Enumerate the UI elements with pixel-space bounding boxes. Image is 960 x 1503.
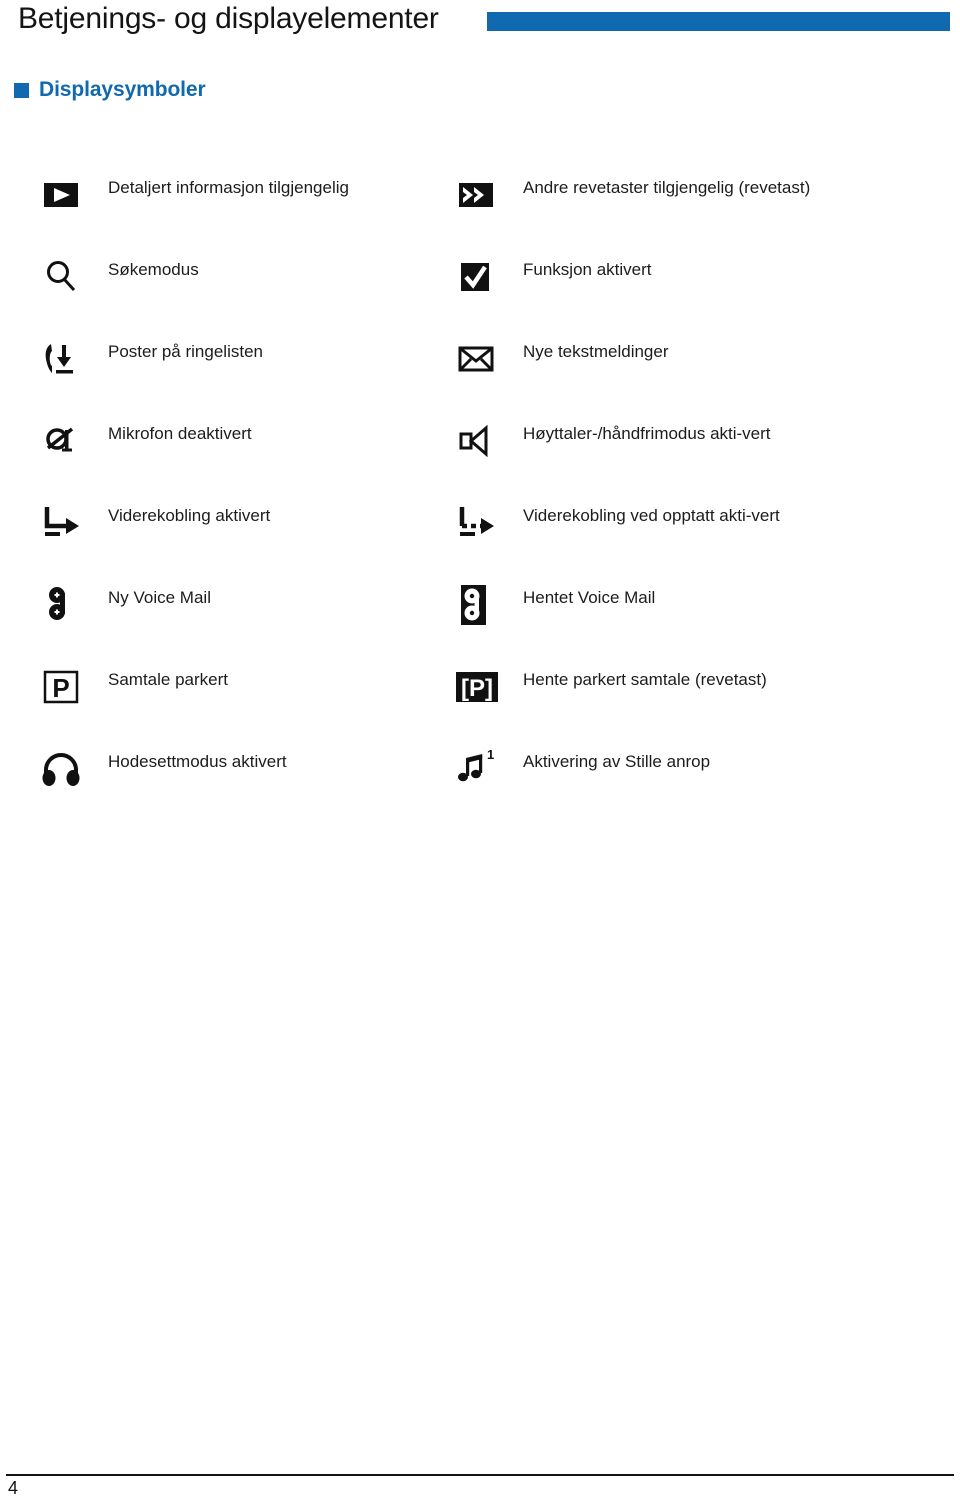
symbol-entry: [P] Hente parkert samtale (revetast) xyxy=(453,655,853,737)
symbol-label: Høyttaler-/håndfrimodus akti-vert xyxy=(523,424,771,443)
symbol-entry: P Samtale parkert xyxy=(38,655,428,737)
magnifier-search-icon xyxy=(38,253,86,301)
double-chevron-right-filled-icon xyxy=(453,171,501,219)
symbol-row: Detaljert informasjon tilgjengelig Andre… xyxy=(0,163,960,245)
parking-p-bracket-inverted-icon: [P] xyxy=(453,663,501,711)
symbol-entry: Funksjon aktivert xyxy=(453,245,853,327)
symbol-entry: Viderekobling ved opptatt akti-vert xyxy=(453,491,853,573)
symbol-label: Mikrofon deaktivert xyxy=(108,424,252,443)
symbol-label: Hente parkert samtale (revetast) xyxy=(523,670,767,689)
symbol-row: P Samtale parkert [P] Hente parkert samt… xyxy=(0,655,960,737)
voicemail-tape-icon xyxy=(38,581,86,629)
symbol-label: Ny Voice Mail xyxy=(108,588,211,607)
symbol-label: Funksjon aktivert xyxy=(523,260,652,279)
symbol-label: Nye tekstmeldinger xyxy=(523,342,669,361)
section-heading: Displaysymboler xyxy=(14,78,206,102)
symbol-entry: Ny Voice Mail xyxy=(38,573,428,655)
section-heading-label: Displaysymboler xyxy=(39,78,206,101)
symbol-label: Samtale parkert xyxy=(108,670,228,689)
symbol-label: Søkemodus xyxy=(108,260,199,279)
symbol-label: Aktivering av Stille anrop xyxy=(523,752,711,771)
symbol-label: Poster på ringelisten xyxy=(108,342,263,361)
symbol-entry: Mikrofon deaktivert xyxy=(38,409,428,491)
checkmark-filled-box-icon xyxy=(453,253,501,301)
footer-divider xyxy=(6,1474,954,1476)
svg-text:[P]: [P] xyxy=(461,675,493,702)
symbol-row: Ny Voice Mail Hentet Voice Mail xyxy=(0,573,960,655)
symbol-row: Viderekobling aktivert Viderekobling ved… xyxy=(0,491,960,573)
symbol-label: Detaljert informasjon tilgjengelig xyxy=(108,178,349,197)
symbol-row: Hodesettmodus aktivert 1 Aktivering av S… xyxy=(0,737,960,819)
page-header: Betjenings- og displayelementer xyxy=(0,0,960,56)
svg-text:1: 1 xyxy=(487,747,494,762)
symbol-entry: 1 Aktivering av Stille anrop xyxy=(453,737,853,819)
loudspeaker-icon xyxy=(453,417,501,465)
header-blue-rule xyxy=(487,12,950,31)
play-triangle-filled-icon xyxy=(38,171,86,219)
headset-icon xyxy=(38,745,86,793)
symbol-label: Viderekobling aktivert xyxy=(108,506,271,525)
symbol-entry: Detaljert informasjon tilgjengelig xyxy=(38,163,428,245)
page-number: 4 xyxy=(8,1478,19,1498)
microphone-muted-icon xyxy=(38,417,86,465)
symbol-entry: Nye tekstmeldinger xyxy=(453,327,853,409)
symbol-entry: Poster på ringelisten xyxy=(38,327,428,409)
symbol-row: Poster på ringelisten Nye tekstmeldinger xyxy=(0,327,960,409)
music-note-superscript-one-icon: 1 xyxy=(453,745,501,793)
symbol-label: Viderekobling ved opptatt akti-vert xyxy=(523,506,780,525)
svg-text:P: P xyxy=(52,673,69,703)
symbol-entry: Viderekobling aktivert xyxy=(38,491,428,573)
symbol-label: Andre revetaster tilgjengelig (revetast) xyxy=(523,178,811,197)
voicemail-tape-inverted-icon xyxy=(453,581,501,629)
symbol-row: Mikrofon deaktivert Høyttaler-/håndfrimo… xyxy=(0,409,960,491)
page-title: Betjenings- og displayelementer xyxy=(18,2,439,35)
call-forward-arrow-icon xyxy=(38,499,86,547)
call-forward-busy-arrow-icon xyxy=(453,499,501,547)
display-symbols-list: Detaljert informasjon tilgjengelig Andre… xyxy=(0,163,960,819)
handset-download-icon xyxy=(38,335,86,383)
symbol-entry: Søkemodus xyxy=(38,245,428,327)
envelope-icon xyxy=(453,335,501,383)
symbol-entry: Hodesettmodus aktivert xyxy=(38,737,428,819)
symbol-label: Hodesettmodus aktivert xyxy=(108,752,287,771)
symbol-label: Hentet Voice Mail xyxy=(523,588,656,607)
square-bullet-icon xyxy=(14,82,29,98)
symbol-row: Søkemodus Funksjon aktivert xyxy=(0,245,960,327)
symbol-entry: Høyttaler-/håndfrimodus akti-vert xyxy=(453,409,853,491)
symbol-entry: Hentet Voice Mail xyxy=(453,573,853,655)
parking-p-box-icon: P xyxy=(38,663,86,711)
symbol-entry: Andre revetaster tilgjengelig (revetast) xyxy=(453,163,853,245)
